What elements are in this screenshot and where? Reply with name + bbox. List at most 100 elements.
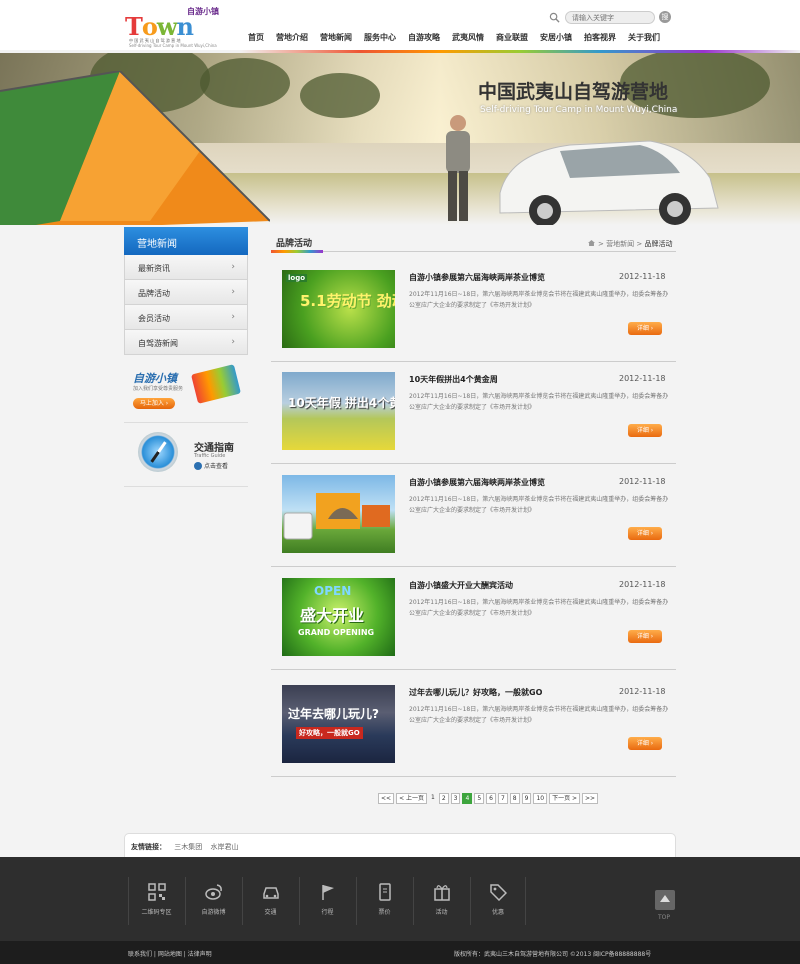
- article-item: 自游小镇参展第六届海峡两岸茶业博览 2012-11-18 2012年11月16日…: [271, 465, 676, 567]
- nav-about-us[interactable]: 关于我们: [628, 32, 660, 43]
- details-button[interactable]: 详细 ›: [628, 424, 662, 437]
- page-number[interactable]: 6: [486, 793, 496, 804]
- footer-item-discount[interactable]: 优惠: [470, 877, 526, 925]
- section-title: 品牌活动: [276, 239, 313, 249]
- traffic-guide-link[interactable]: 点击查看: [204, 461, 228, 470]
- nav-settle-town[interactable]: 安居小镇: [540, 32, 572, 43]
- back-to-top-label: TOP: [658, 914, 671, 921]
- page-number[interactable]: 3: [450, 793, 461, 804]
- details-button[interactable]: 详细 ›: [628, 630, 662, 643]
- flag-icon: [321, 885, 334, 900]
- friend-link[interactable]: 三木集团: [174, 843, 202, 851]
- nav-service-center[interactable]: 服务中心: [364, 32, 396, 43]
- traffic-guide-title: 交通指南: [194, 443, 234, 454]
- sidebar-item-label: 品牌活动: [138, 289, 170, 298]
- nav-travel-guide[interactable]: 自游攻略: [408, 32, 440, 43]
- sidebar-item-member-activity[interactable]: 会员活动 ›: [124, 305, 248, 330]
- footer-item-label: 交通: [264, 909, 277, 916]
- page-last[interactable]: >>: [582, 793, 599, 804]
- sidebar-item-label: 会员活动: [138, 314, 170, 323]
- car-image: [499, 140, 719, 225]
- article-date: 2012-11-18: [619, 272, 666, 281]
- qrcode-icon: [147, 883, 166, 901]
- footer-bottom-bar: 联系我们 | 网站地图 | 法律声明 版权所有：武夷山三木自驾游营地有限公司 ©…: [0, 941, 800, 964]
- logo-subtitle-en: Self-driving Tour Camp in Mount Wuyi,Chi…: [129, 43, 217, 48]
- page-number[interactable]: 9: [521, 793, 532, 804]
- footer-item-weibo[interactable]: 自游微博: [185, 877, 241, 925]
- footer-links[interactable]: 联系我们 | 网站地图 | 法律声明: [128, 949, 212, 958]
- details-button[interactable]: 详细 ›: [628, 527, 662, 540]
- compass-icon: [138, 432, 178, 472]
- footer-item-label: 行程: [321, 909, 334, 916]
- article-thumbnail[interactable]: 10天年假 拼出4个黄金周: [282, 372, 395, 450]
- breadcrumb-item[interactable]: 营地新闻: [606, 240, 634, 248]
- details-button[interactable]: 详细 ›: [628, 322, 662, 335]
- logo-cn-text: 自游小镇: [187, 7, 219, 16]
- footer-item-transport[interactable]: 交通: [242, 877, 298, 925]
- footer-item-activity[interactable]: 活动: [413, 877, 469, 925]
- page-next[interactable]: 下一页 >: [549, 793, 581, 804]
- nav-camp-news[interactable]: 营地新闻: [320, 32, 352, 43]
- sidebar-item-self-drive-news[interactable]: 自驾游新闻 ›: [124, 330, 248, 355]
- thumbnail-caption: 10天年假 拼出4个黄金周: [288, 396, 395, 410]
- article-date: 2012-11-18: [619, 580, 666, 589]
- sidebar-item-brand-activity[interactable]: 品牌活动 ›: [124, 280, 248, 305]
- page-number[interactable]: 2: [438, 793, 449, 804]
- friend-link[interactable]: 水岸君山: [210, 843, 238, 851]
- site-logo[interactable]: Town 自游小镇 中 国 武 夷 山 自 驾 游 营 地 Self-drivi…: [125, 6, 220, 48]
- thumbnail-subcaption: GRAND OPENING: [298, 628, 375, 637]
- search-input[interactable]: [565, 11, 655, 24]
- thumbnail-caption: 5.1劳动节 劲动全城: [300, 292, 395, 310]
- footer-item-ticket[interactable]: 票价: [356, 877, 412, 925]
- page-number[interactable]: 5: [474, 793, 485, 804]
- page-number[interactable]: 7: [497, 793, 508, 804]
- sidebar-item-latest-news[interactable]: 最新资讯 ›: [124, 255, 248, 280]
- article-thumbnail[interactable]: logo 5.1劳动节 劲动全城: [282, 270, 395, 348]
- page-first[interactable]: <<: [378, 793, 395, 804]
- nav-photo-view[interactable]: 拍客视界: [584, 32, 616, 43]
- friend-links-label: 友情链接：: [131, 843, 166, 851]
- footer-item-label: 自游微博: [201, 909, 226, 916]
- article-summary: 2012年11月16日~18日，第六届海峡两岸茶业博览会节将在福建武夷山隆重举办…: [409, 706, 669, 724]
- gift-icon: [433, 885, 450, 901]
- article-date: 2012-11-18: [619, 374, 666, 383]
- page-current[interactable]: 4: [462, 793, 473, 804]
- article-title[interactable]: 自游小镇盛大开业大酬宾活动: [409, 580, 513, 591]
- footer-item-qrcode[interactable]: 二维码专区: [128, 877, 184, 925]
- page-prev[interactable]: < 上一页: [396, 793, 427, 804]
- join-now-button[interactable]: 马上加入 ›: [133, 398, 175, 409]
- nav-home[interactable]: 首页: [248, 32, 264, 43]
- search-icon: [549, 12, 560, 23]
- article-item: 过年去哪儿玩儿? 好攻略，一般就GO 过年去哪儿玩儿？好攻略，一般就GO 201…: [271, 675, 676, 777]
- article-thumbnail[interactable]: [282, 475, 395, 553]
- article-title[interactable]: 自游小镇参展第六届海峡两岸茶业博览: [409, 477, 545, 488]
- nav-camp-intro[interactable]: 营地介绍: [276, 32, 308, 43]
- nav-wuyi-scenery[interactable]: 武夷风情: [452, 32, 484, 43]
- thumbnail-logo: logo: [286, 274, 308, 282]
- breadcrumb-sep: >: [598, 240, 604, 248]
- breadcrumb-sep: >: [636, 240, 643, 248]
- pagination: << < 上一页 1 2 3 4 5 6 7 8 9 10 下一页 > >>: [378, 793, 600, 804]
- details-button[interactable]: 详细 ›: [628, 737, 662, 750]
- thumbnail-open-text: OPEN: [314, 584, 352, 598]
- footer-item-itinerary[interactable]: 行程: [299, 877, 355, 925]
- article-title[interactable]: 过年去哪儿玩儿？好攻略，一般就GO: [409, 687, 542, 698]
- join-promo[interactable]: 自游小镇 加入我们享受尊贵服务 马上加入 ›: [124, 361, 248, 423]
- nav-business-alliance[interactable]: 商业联盟: [496, 32, 528, 43]
- back-to-top-button[interactable]: [655, 890, 675, 910]
- logo-wordmark: Town: [125, 12, 194, 41]
- page-number[interactable]: 8: [509, 793, 520, 804]
- home-icon[interactable]: [588, 240, 595, 246]
- page-number[interactable]: 1: [429, 793, 437, 804]
- article-thumbnail[interactable]: 过年去哪儿玩儿? 好攻略，一般就GO: [282, 685, 395, 763]
- banner-subtitle: Self-driving Tour Camp in Mount Wuyi,Chi…: [480, 105, 678, 115]
- search-box: 搜: [549, 11, 673, 25]
- traffic-guide-promo[interactable]: 交通指南 Traffic Guide 点击查看: [124, 425, 248, 487]
- article-thumbnail[interactable]: OPEN 盛大开业 GRAND OPENING: [282, 578, 395, 656]
- breadcrumb-current: 品牌活动: [644, 240, 673, 248]
- article-title[interactable]: 自游小镇参展第六届海峡两岸茶业博览: [409, 272, 545, 283]
- copyright-text: 版权所有：武夷山三木自驾游营地有限公司 ©2013 闽ICP备88888888号: [454, 951, 652, 958]
- search-button[interactable]: 搜: [659, 11, 671, 23]
- page-number[interactable]: 10: [533, 793, 548, 804]
- article-title[interactable]: 10天年假拼出4个黄金周: [409, 374, 498, 385]
